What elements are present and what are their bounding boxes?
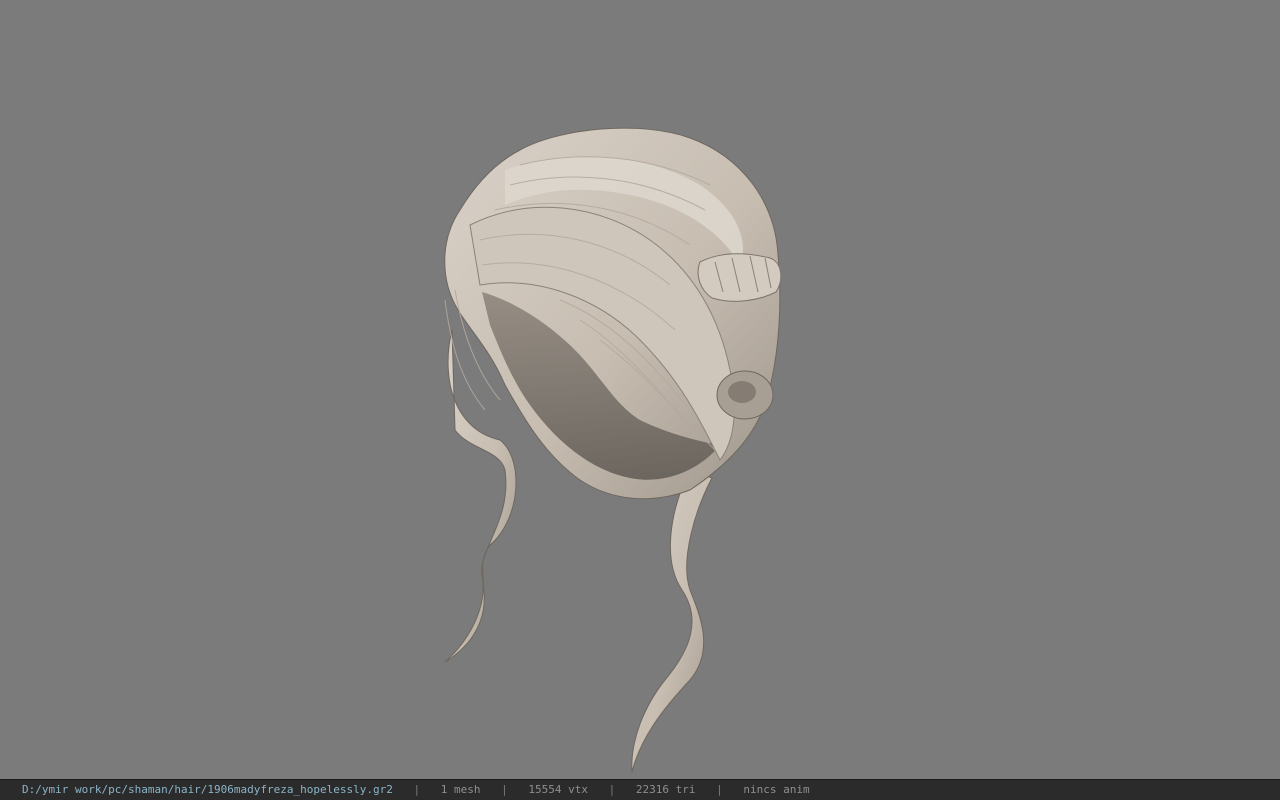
- separator: |: [501, 783, 508, 796]
- separator: |: [716, 783, 723, 796]
- animation-status: nincs anim: [743, 783, 810, 796]
- file-path-label: D:/ymir work/pc/shaman/hair/1906madyfrez…: [22, 783, 393, 796]
- vertex-count: 15554 vtx: [528, 783, 588, 796]
- mesh-count: 1 mesh: [440, 783, 481, 796]
- triangle-count: 22316 tri: [635, 783, 696, 796]
- 3d-viewport[interactable]: [0, 0, 1280, 779]
- hair-model[interactable]: [0, 0, 1280, 779]
- separator: |: [413, 783, 421, 796]
- status-bar: D:/ymir work/pc/shaman/hair/1906madyfrez…: [0, 779, 1280, 800]
- separator: |: [608, 783, 616, 796]
